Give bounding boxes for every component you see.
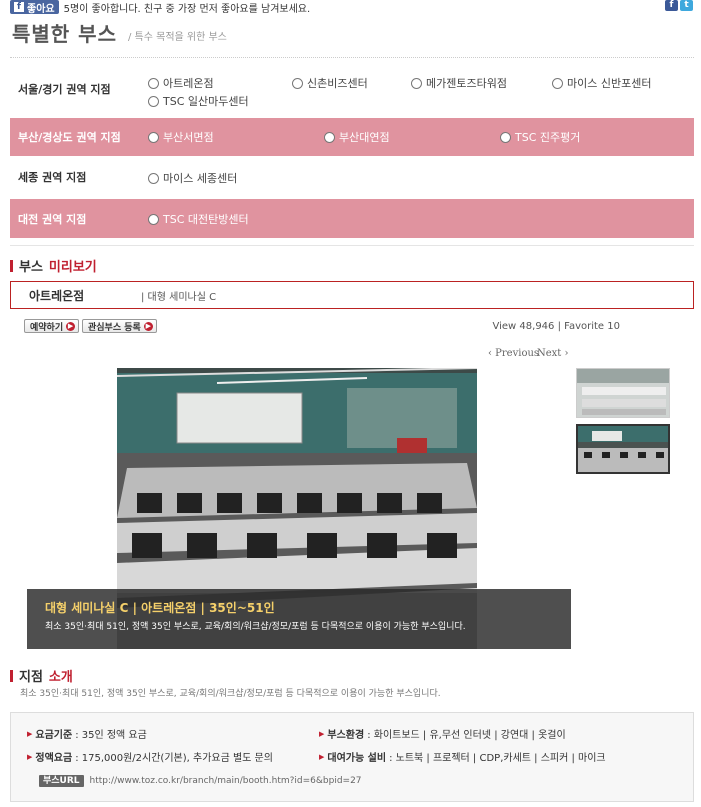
fee-base-value: : 35인 정액 요금 xyxy=(75,730,147,741)
rental-item: ▶ 대여가능 설비 : 노트북 | 프로젝터 | CDP,카세트 | 스피커 |… xyxy=(319,749,606,765)
caption-title: 대형 세미나실 C | 아트레온점 | 35인~51인 xyxy=(45,601,275,615)
env-label: 부스환경 xyxy=(327,730,365,741)
region-label: 대전 권역 지점 xyxy=(18,212,87,226)
branch-info-box: ▶ 요금기준 : 35인 정액 요금 ▶ 부스환경 : 화이트보드 | 유,무선… xyxy=(10,712,694,802)
heading-accent: 소개 xyxy=(48,670,73,685)
booth-desc: | 대형 세미나실 C xyxy=(141,291,217,303)
region-sejong: 세종 권역 지점 마이스 세종센터 xyxy=(10,158,694,196)
bullet-icon: ▶ xyxy=(27,752,33,761)
arrow-right-icon: ▶ xyxy=(66,321,76,331)
branch-option[interactable]: 메가젠토즈타워점 xyxy=(411,75,507,91)
region-label: 세종 권역 지점 xyxy=(18,171,87,184)
branch-option[interactable]: TSC 대전탄방센터 xyxy=(148,211,249,227)
region-daejeon: 대전 권역 지점 TSC 대전탄방센터 xyxy=(10,199,694,238)
region-label: 부산/경상도 권역 지점 xyxy=(18,131,121,144)
title-divider xyxy=(10,57,694,58)
share-icons: f t xyxy=(665,0,693,11)
heading-main: 지점 xyxy=(19,670,43,685)
radio-icon[interactable] xyxy=(148,95,159,107)
branch-option-label: TSC 일산마두센터 xyxy=(163,95,249,108)
radio-icon[interactable] xyxy=(148,172,159,184)
branch-option-label: 마이스 세종센터 xyxy=(163,172,238,185)
branch-option-label: TSC 진주평거 xyxy=(515,131,581,144)
branch-option[interactable]: 마이스 신반포센터 xyxy=(552,75,651,91)
env-item: ▶ 부스환경 : 화이트보드 | 유,무선 인터넷 | 강연대 | 옷걸이 xyxy=(319,726,566,742)
view-favorite-stats: View 48,946 | Favorite 10 xyxy=(492,321,621,332)
heading-accent: 미리보기 xyxy=(48,260,97,275)
region-seoul: 서울/경기 권역 지점 아트레온점 신촌비즈센터 메가젠토즈타워점 마이스 신반… xyxy=(10,64,694,114)
next-link[interactable]: Next › xyxy=(537,348,569,359)
reserve-button[interactable]: 예약하기 ▶ xyxy=(24,319,80,333)
branch-option-label: 부산대연점 xyxy=(339,131,390,144)
selected-booth-box: 아트레온점 | 대형 세미나실 C xyxy=(10,281,694,309)
favorite-booth-button[interactable]: 관심부스 등록 ▶ xyxy=(82,319,157,333)
booth-url-badge: 부스URL xyxy=(39,775,84,787)
booth-url[interactable]: http://www.toz.co.kr/branch/main/booth.h… xyxy=(90,776,362,786)
env-value: : 화이트보드 | 유,무선 인터넷 | 강연대 | 옷걸이 xyxy=(367,730,566,741)
heading-bar xyxy=(10,259,13,272)
radio-icon[interactable] xyxy=(148,213,159,225)
radio-icon[interactable] xyxy=(411,77,422,89)
branch-option-label: 신촌비즈센터 xyxy=(307,77,368,90)
section-divider xyxy=(10,245,694,246)
branch-option[interactable]: TSC 일산마두센터 xyxy=(148,93,249,109)
booth-url-line: 부스URL http://www.toz.co.kr/branch/main/b… xyxy=(39,775,362,787)
twitter-share-icon[interactable]: t xyxy=(680,0,693,11)
page-subtitle: / 특수 목적을 위한 부스 xyxy=(128,32,227,43)
branch-option[interactable]: 부산대연점 xyxy=(324,129,390,145)
branch-option[interactable]: 신촌비즈센터 xyxy=(292,75,368,91)
radio-icon[interactable] xyxy=(148,131,159,143)
radio-icon[interactable] xyxy=(500,131,511,143)
fee-base-label: 요금기준 xyxy=(35,730,73,741)
branch-option[interactable]: 아트레온점 xyxy=(148,75,214,91)
branch-option[interactable]: TSC 진주평거 xyxy=(500,129,580,145)
branch-heading: 지점 소개 xyxy=(10,666,73,685)
like-label: 좋아요 xyxy=(27,3,55,15)
branch-option-label: 부산서면점 xyxy=(163,131,214,144)
radio-icon[interactable] xyxy=(324,131,335,143)
radio-icon[interactable] xyxy=(148,77,159,89)
facebook-share-icon[interactable]: f xyxy=(665,0,678,11)
bullet-icon: ▶ xyxy=(27,729,33,738)
booth-thumbnail[interactable] xyxy=(576,368,670,418)
heading-bar xyxy=(10,669,13,682)
branch-option-label: 아트레온점 xyxy=(163,77,214,90)
like-count-text: 5명이 좋아합니다. 친구 중 가장 먼저 좋아요를 남겨보세요. xyxy=(63,3,311,15)
branch-option-label: TSC 대전탄방센터 xyxy=(163,213,249,226)
radio-icon[interactable] xyxy=(292,77,303,89)
facebook-like-widget: f 좋아요 5명이 좋아합니다. 친구 중 가장 먼저 좋아요를 남겨보세요. xyxy=(10,0,311,15)
favorite-label: 관심부스 등록 xyxy=(88,322,141,333)
facebook-like-button[interactable]: f 좋아요 xyxy=(10,0,59,15)
branch-option-label: 메가젠토즈타워점 xyxy=(426,77,507,90)
facebook-icon: f xyxy=(14,2,24,12)
booth-name: 아트레온점 xyxy=(29,288,85,303)
fixed-fee-value: : 175,000원/2시간(기본), 추가요금 별도 문의 xyxy=(75,753,273,764)
fixed-fee-label: 정액요금 xyxy=(35,753,73,764)
branch-option[interactable]: 마이스 세종센터 xyxy=(148,170,237,186)
region-label: 서울/경기 권역 지점 xyxy=(18,83,111,96)
page-title: 특별한 부스 xyxy=(12,22,117,46)
radio-icon[interactable] xyxy=(552,77,563,89)
reserve-label: 예약하기 xyxy=(30,322,64,333)
bullet-icon: ▶ xyxy=(319,729,325,738)
arrow-right-icon: ▶ xyxy=(143,321,153,331)
preview-heading: 부스 미리보기 xyxy=(10,256,97,275)
heading-main: 부스 xyxy=(19,260,43,275)
fixed-fee-item: ▶ 정액요금 : 175,000원/2시간(기본), 추가요금 별도 문의 xyxy=(27,749,273,765)
booth-thumbnail-selected[interactable] xyxy=(576,424,670,474)
rental-label: 대여가능 설비 xyxy=(327,753,387,764)
caption-desc: 최소 35인·최대 51인, 정액 35인 부스로, 교육/회의/워크샵/정모/… xyxy=(45,622,466,632)
region-busan: 부산/경상도 권역 지점 부산서면점 부산대연점 TSC 진주평거 xyxy=(10,118,694,156)
bullet-icon: ▶ xyxy=(319,752,325,761)
branch-desc: 최소 35인·최대 51인, 정액 35인 부스로, 교육/회의/워크샵/정모/… xyxy=(20,689,441,699)
previous-link[interactable]: ‹ Previous xyxy=(488,348,539,359)
photo-caption: 대형 세미나실 C | 아트레온점 | 35인~51인 최소 35인·최대 51… xyxy=(27,589,571,649)
rental-value: : 노트북 | 프로젝터 | CDP,카세트 | 스피커 | 마이크 xyxy=(389,753,606,764)
branch-option[interactable]: 부산서면점 xyxy=(148,129,214,145)
branch-option-label: 마이스 신반포센터 xyxy=(567,77,652,90)
fee-base-item: ▶ 요금기준 : 35인 정액 요금 xyxy=(27,726,147,742)
